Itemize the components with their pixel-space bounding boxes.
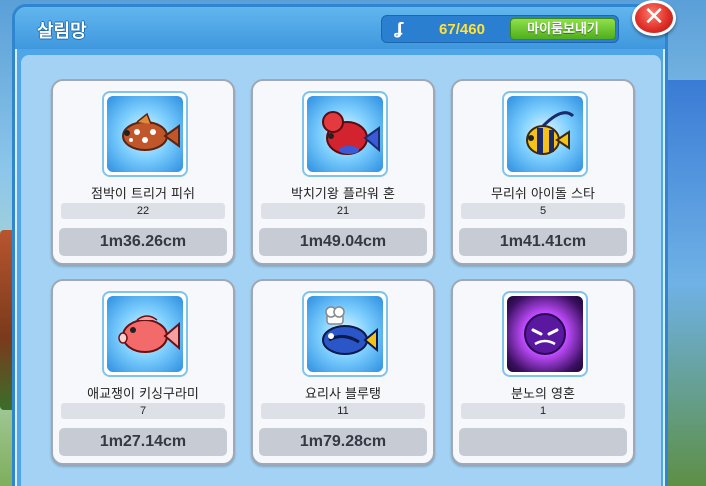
fish-name: 박치기왕 플라워 혼: [291, 187, 395, 202]
fishing-hook-icon: ʆ: [394, 19, 404, 38]
chef-blue-tang-fish-icon: [307, 296, 383, 372]
fish-size: [459, 428, 627, 456]
fish-card[interactable]: 무리쉬 아이돌 스타 5 1m41.41cm: [451, 79, 635, 265]
fish-count: 7: [61, 403, 225, 419]
fish-name: 분노의 영혼: [511, 387, 575, 402]
window-title: 살림망: [37, 21, 87, 41]
fish-icon-frame: [502, 291, 588, 377]
fish-icon-frame: [502, 91, 588, 177]
flowerhorn-fish-icon: [307, 96, 383, 172]
fish-size: 1m41.41cm: [459, 228, 627, 256]
fish-count: 21: [261, 203, 425, 219]
moorish-idol-fish-icon: [507, 96, 583, 172]
capacity-counter: 67/460: [439, 21, 485, 38]
kissing-gourami-fish-icon: [107, 296, 183, 372]
fish-size: 1m36.26cm: [59, 228, 227, 256]
fish-name: 무리쉬 아이돌 스타: [491, 187, 595, 202]
window-titlebar: 살림망 ʆ 67/460 마이룸보내기: [15, 7, 665, 49]
fish-icon-frame: [102, 91, 188, 177]
fish-count: 11: [261, 403, 425, 419]
send-to-myroom-button[interactable]: 마이룸보내기: [510, 18, 616, 40]
fish-icon-frame: [302, 91, 388, 177]
fish-size: 1m27.14cm: [59, 428, 227, 456]
fish-size: 1m49.04cm: [259, 228, 427, 256]
fish-size: 1m79.28cm: [259, 428, 427, 456]
capacity-counter-box: ʆ 67/460 마이룸보내기: [381, 15, 619, 43]
spotted-trigger-fish-icon: [107, 96, 183, 172]
close-button[interactable]: ✕: [632, 0, 676, 36]
fish-count: 22: [61, 203, 225, 219]
fish-card[interactable]: 박치기왕 플라워 혼 21 1m49.04cm: [251, 79, 435, 265]
keepnet-window: 살림망 ʆ 67/460 마이룸보내기 점박이 트리거 피쉬 22 1m36.2…: [12, 4, 668, 486]
fish-count: 5: [461, 203, 625, 219]
fish-name: 요리사 블루탱: [305, 387, 381, 402]
fish-count: 1: [461, 403, 625, 419]
fish-grid: 점박이 트리거 피쉬 22 1m36.26cm 박치기왕 플라워 혼 21 1m…: [21, 55, 661, 486]
fish-name: 애교쟁이 키싱구라미: [87, 387, 199, 402]
fish-icon-frame: [302, 291, 388, 377]
rage-spirit-icon: [507, 296, 583, 372]
fish-card[interactable]: 점박이 트리거 피쉬 22 1m36.26cm: [51, 79, 235, 265]
fish-icon-frame: [102, 291, 188, 377]
fish-card[interactable]: 애교쟁이 키싱구라미 7 1m27.14cm: [51, 279, 235, 465]
fish-card[interactable]: 요리사 블루탱 11 1m79.28cm: [251, 279, 435, 465]
fish-name: 점박이 트리거 피쉬: [91, 187, 195, 202]
fish-card[interactable]: 분노의 영혼 1: [451, 279, 635, 465]
